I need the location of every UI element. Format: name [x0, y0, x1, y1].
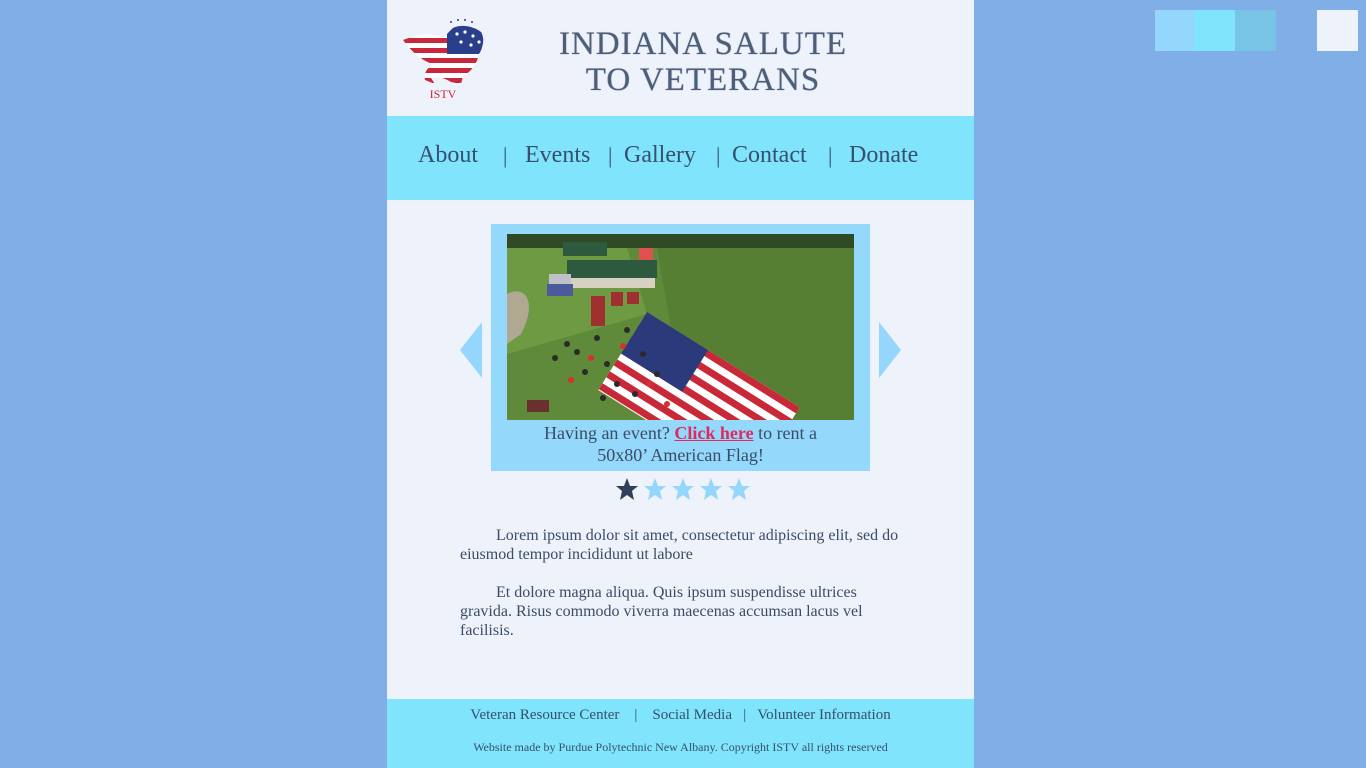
- footer-link-volunteer-information[interactable]: Volunteer Information: [757, 707, 890, 723]
- palette-swatch-3: [1235, 10, 1276, 51]
- site-title-line1: Indiana Salute: [558, 26, 848, 62]
- main-content: Lorem ipsum dolor sit amet, consectetur …: [460, 526, 906, 659]
- footer-link-veteran-resource-center[interactable]: Veteran Resource Center: [470, 707, 619, 723]
- content-paragraph: Et dolore magna aliqua. Quis ipsum suspe…: [460, 584, 863, 639]
- nav-link-donate[interactable]: Donate: [849, 142, 918, 169]
- eagle-flag-logo[interactable]: ISTV: [401, 18, 487, 100]
- site-header: ISTV Indiana Salute to Veterans: [387, 0, 974, 116]
- logo-text: ISTV: [430, 87, 457, 100]
- caption-suffix: to rent a: [753, 423, 818, 443]
- site-title: Indiana Salute to Veterans: [527, 26, 879, 98]
- rent-flag-link[interactable]: Click here: [674, 423, 753, 443]
- slide-indicator-star-icon[interactable]: [699, 477, 723, 501]
- nav-link-events[interactable]: Events: [525, 142, 590, 169]
- nav-separator: |: [716, 143, 721, 168]
- caption-prefix: Having an event?: [543, 423, 675, 443]
- footer-separator: |: [743, 707, 747, 723]
- nav-link-gallery[interactable]: Gallery: [624, 142, 696, 169]
- slider-prev-arrow-icon[interactable]: [460, 322, 484, 378]
- color-palette: [1155, 10, 1358, 51]
- site-title-line2: to Veterans: [585, 62, 821, 98]
- nav-link-about[interactable]: About: [418, 142, 478, 169]
- content-paragraph: Lorem ipsum dolor sit amet, consectetur …: [460, 527, 899, 563]
- palette-swatch-5: [1317, 10, 1358, 51]
- footer-links: Veteran Resource Center | Social Media |…: [387, 707, 974, 724]
- nav-separator: |: [828, 143, 833, 168]
- site-footer: Veteran Resource Center | Social Media |…: [387, 699, 974, 768]
- page-container: ISTV Indiana Salute to Veterans About | …: [387, 0, 974, 768]
- slide-caption-line2: 50x80’ American Flag!: [597, 445, 764, 465]
- slide-image-flag-field[interactable]: [507, 234, 854, 420]
- slide-indicator-star-icon-active[interactable]: [615, 477, 639, 501]
- slide-caption: Having an event? Click here to rent a 50…: [491, 422, 870, 466]
- footer-link-social-media[interactable]: Social Media: [652, 707, 732, 723]
- nav-separator: |: [503, 143, 508, 168]
- palette-swatch-4: [1276, 10, 1317, 51]
- palette-swatch-1: [1155, 10, 1194, 51]
- copyright-text: Website made by Purdue Polytechnic New A…: [473, 740, 888, 754]
- slider-indicators: [615, 477, 755, 503]
- slide-indicator-star-icon[interactable]: [727, 477, 751, 501]
- slider-next-arrow-icon[interactable]: [877, 322, 901, 378]
- main-nav: About | Events | Gallery | Contact | Don…: [387, 116, 974, 200]
- nav-separator: |: [608, 143, 613, 168]
- nav-link-contact[interactable]: Contact: [732, 142, 807, 169]
- image-slider: Having an event? Click here to rent a 50…: [491, 224, 870, 471]
- slide-indicator-star-icon[interactable]: [643, 477, 667, 501]
- slide-indicator-star-icon[interactable]: [671, 477, 695, 501]
- palette-swatch-2: [1194, 10, 1235, 51]
- footer-separator: |: [634, 707, 638, 723]
- slide-caption-line1: Having an event? Click here to rent a: [491, 422, 870, 444]
